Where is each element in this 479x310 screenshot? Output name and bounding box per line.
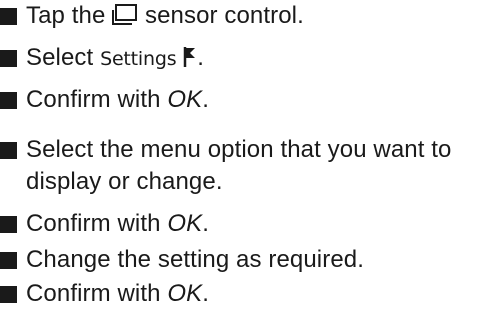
bullet-square xyxy=(0,50,17,67)
step-text: Select Settings . xyxy=(26,42,204,77)
bullet-square xyxy=(0,8,17,25)
sensor-icon xyxy=(112,3,138,35)
bullet-square xyxy=(0,286,17,303)
bullet-square xyxy=(0,142,17,159)
step-text: Change the setting as required. xyxy=(26,246,364,273)
step-confirm-ok: Confirm with OK. xyxy=(0,278,209,310)
step-text: Select the menu option that you want to … xyxy=(26,136,452,195)
step-change-setting: Change the setting as required. xyxy=(0,244,364,276)
step-confirm-ok: Confirm with OK. xyxy=(0,84,209,116)
step-text: Confirm with OK. xyxy=(26,86,209,113)
step-select-settings: Select Settings . xyxy=(0,42,204,77)
bullet-square xyxy=(0,216,17,233)
step-select-menu-option: Select the menu option that you want to … xyxy=(0,134,478,198)
step-text: Tap the sensor control. xyxy=(26,0,304,35)
bullet-square xyxy=(0,92,17,109)
step-text: Confirm with OK. xyxy=(26,280,209,307)
step-tap-sensor: Tap the sensor control. xyxy=(0,0,304,35)
settings-term: Settings xyxy=(100,48,177,70)
step-confirm-ok: Confirm with OK. xyxy=(0,208,209,240)
flag-icon xyxy=(183,45,197,77)
step-text: Confirm with OK. xyxy=(26,210,209,237)
bullet-square xyxy=(0,252,17,269)
